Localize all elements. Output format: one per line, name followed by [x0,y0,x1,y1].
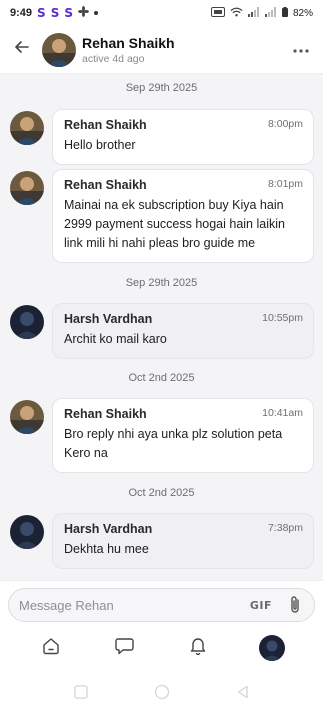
chat-header: Rehan Shaikh active 4d ago [0,26,323,74]
message-input[interactable] [19,597,250,613]
message-item[interactable]: Rehan Shaikh 10:41am Bro reply nhi aya u… [10,398,315,473]
message-time: 8:00pm [267,118,303,130]
nav-home-button[interactable] [34,631,68,665]
date-separator: Oct 2nd 2025 [128,372,195,384]
message-item[interactable]: Harsh Vardhan 10:55pm Archit ko mail kar… [10,303,315,359]
date-separator: Oct 2nd 2025 [128,487,195,499]
recent-apps-button[interactable] [69,682,93,706]
arrow-left-icon [13,38,31,61]
avatar[interactable] [10,305,44,339]
date-separator: Sep 29th 2025 [125,277,198,289]
square-icon [73,684,88,704]
gif-button[interactable]: GIF [250,599,272,612]
message-bubble[interactable]: Rehan Shaikh 8:00pm Hello brother [52,109,314,165]
profile-avatar [259,635,286,661]
message-text: Archit ko mail karo [64,332,167,346]
app-s-icon: S [64,6,73,20]
contact-name: Rehan Shaikh [82,34,175,51]
fan-icon [78,6,89,20]
date-separator: Sep 29th 2025 [125,82,198,94]
message-item[interactable]: Rehan Shaikh 8:01pm Mainai na ek subscri… [10,169,315,263]
signal-icon [264,6,277,20]
bell-icon [189,636,207,660]
app-s-icon: S [37,6,46,20]
more-options-button[interactable] [289,38,313,62]
chat-icon [115,637,134,660]
message-text: Bro reply nhi aya unka plz solution peta… [64,427,283,460]
message-bubble[interactable]: Rehan Shaikh 10:41am Bro reply nhi aya u… [52,398,314,473]
app-s-icon: S [50,6,60,20]
status-time: 9:49 [10,7,33,19]
wifi-icon [230,7,243,20]
more-horizontal-icon [293,41,309,59]
status-bar: 9:49 S S S 82% [0,0,323,26]
signal-icon [247,6,260,20]
message-text: Dekhta hu mee [64,542,149,556]
nav-notifications-button[interactable] [181,631,215,665]
home-icon [42,637,60,660]
nav-profile-button[interactable] [255,631,289,665]
system-navigation-bar [0,668,323,720]
header-info[interactable]: Rehan Shaikh active 4d ago [82,35,175,65]
nav-messages-button[interactable] [108,631,142,665]
message-time: 10:41am [262,407,303,419]
message-time: 8:01pm [267,178,303,190]
back-system-button[interactable] [231,682,255,706]
volte-icon [210,6,225,20]
composer-bar: GIF [0,580,323,628]
avatar[interactable] [10,400,44,434]
message-time: 10:55pm [262,312,303,324]
message-item[interactable]: Rehan Shaikh 8:00pm Hello brother [10,109,315,165]
contact-status: active 4d ago [82,52,145,65]
message-bubble[interactable]: Rehan Shaikh 8:01pm Mainai na ek subscri… [52,169,314,263]
message-bubble[interactable]: Harsh Vardhan 10:55pm Archit ko mail kar… [52,303,314,359]
message-time: 7:38pm [267,522,303,534]
avatar[interactable] [10,111,44,145]
battery-percent: 82% [292,7,313,19]
circle-icon [154,684,170,705]
message-item[interactable]: Harsh Vardhan 7:38pm Dekhta hu mee [10,513,315,569]
home-system-button[interactable] [150,682,174,706]
avatar[interactable] [10,515,44,549]
avatar[interactable] [10,171,44,205]
message-composer[interactable]: GIF [8,588,315,622]
battery-icon [281,6,288,20]
paperclip-icon[interactable] [286,595,304,615]
avatar[interactable] [42,32,76,67]
triangle-back-icon [236,685,250,704]
back-button[interactable] [10,38,34,62]
notification-dot-icon [94,11,98,15]
message-bubble[interactable]: Harsh Vardhan 7:38pm Dekhta hu mee [52,513,314,569]
message-list[interactable]: Sep 29th 2025 Rehan Shaikh 8:00pm Hello … [0,74,323,580]
message-text: Mainai na ek subscription buy Kiya hain … [64,198,285,250]
bottom-navigation [0,628,323,668]
message-text: Hello brother [64,138,136,152]
